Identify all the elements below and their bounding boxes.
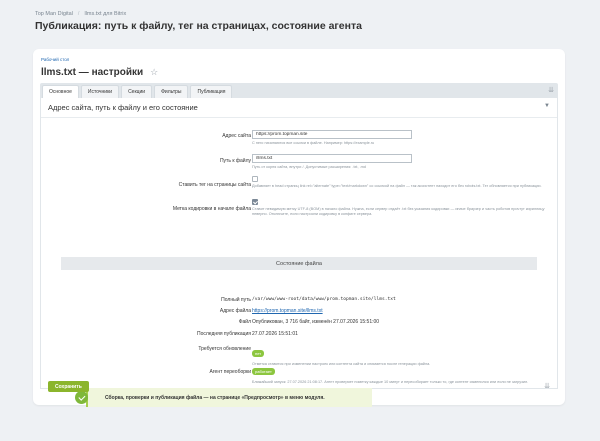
site-url-input[interactable] (252, 130, 412, 139)
card-heading-text: llms.txt — настройки (41, 67, 144, 78)
tab-sections[interactable]: Секции (121, 85, 153, 98)
settings-card: Рабочий стол llms.txt — настройки ☆ Осно… (33, 49, 565, 407)
check-circle-icon (75, 391, 88, 404)
file-path-input[interactable] (252, 154, 412, 163)
bom-checkbox[interactable] (252, 199, 258, 205)
tab-sources[interactable]: Источники (80, 85, 120, 98)
agent-status-badge: работает (252, 368, 275, 375)
breadcrumb-item-module[interactable]: llms.txt для Bitrix (84, 11, 126, 17)
agent-row: работает Ближайший запуск: 27.07.2026 21… (252, 360, 552, 385)
page-tag-checkbox[interactable] (252, 176, 258, 182)
bom-label: Метка кодировки в начале файла (172, 206, 251, 212)
file-url-link[interactable]: https://prom.topman.site/llms.txt (252, 308, 323, 314)
breadcrumb-separator: / (77, 11, 80, 17)
last-publication-value: 27.07.2026 15:51:01 (252, 331, 298, 337)
card-heading: llms.txt — настройки ☆ (41, 67, 158, 78)
full-path-value: /var/www/www-root/data/www/prom.topman.s… (252, 297, 396, 302)
breadcrumb: Top Man Digital / llms.txt для Bitrix (35, 11, 126, 17)
update-required-badge: нет (252, 350, 265, 357)
page-tag-row: Добавляет в head страниц link rel="alter… (252, 176, 552, 189)
bom-row: Ставит невидимую метку UTF-8 (BOM) в нач… (252, 199, 552, 217)
tabs-bar: Основное Источники Секции Фильтры Публик… (40, 83, 558, 98)
agent-hint: Ближайший запуск: 27.07.2026 21:08:17. А… (252, 380, 529, 384)
full-path-label: Полный путь (221, 297, 251, 303)
page-tag-hint: Добавляет в head страниц link rel="alter… (252, 184, 542, 188)
pin-icon[interactable]: ⇊ (544, 382, 550, 390)
site-url-label: Адрес сайта (222, 133, 251, 139)
tab-publication[interactable]: Публикация (190, 85, 233, 98)
desktop-link[interactable]: Рабочий стол (41, 57, 69, 62)
update-required-label: Требуется обновление (198, 346, 251, 352)
bom-hint: Ставит невидимую метку UTF-8 (BOM) в нач… (252, 207, 545, 216)
file-label: Файл (238, 319, 251, 325)
breadcrumb-item-home[interactable]: Top Man Digital (35, 11, 73, 17)
star-icon[interactable]: ☆ (150, 67, 158, 78)
agent-label: Агент переоборки (209, 369, 251, 375)
chevron-down-icon[interactable]: ▼ (544, 103, 550, 109)
file-path-row: Путь от корня сайта, внутри /. Допустимы… (252, 154, 552, 170)
file-path-hint: Путь от корня сайта, внутри /. Допустимы… (252, 165, 366, 169)
tab-main[interactable]: Основное (42, 85, 79, 98)
file-path-label: Путь к файлу (219, 158, 251, 164)
file-status-header: Состояние файла (61, 257, 537, 270)
page-title: Публикация: путь к файлу, тег на страниц… (35, 20, 362, 32)
pin-icon[interactable]: ⇊ (548, 86, 554, 94)
save-button[interactable]: Сохранить (48, 381, 89, 392)
file-url-label: Адрес файла (219, 308, 251, 314)
info-note: Сборка, проверки и публикация файла — на… (75, 388, 372, 407)
last-publication-label: Последняя публикация (196, 331, 251, 337)
tab-content: Адрес сайта, путь к файлу и его состояни… (40, 98, 558, 407)
site-url-row: С него начинаются все ссылки в файле. На… (252, 130, 552, 146)
tab-filters[interactable]: Фильтры (154, 85, 189, 98)
section-header[interactable]: Адрес сайта, путь к файлу и его состояни… (41, 98, 557, 118)
file-info: Опубликован, 3 716 байт, изменён 27.07.2… (252, 319, 380, 325)
site-url-hint: С него начинаются все ссылки в файле. На… (252, 141, 375, 145)
page-tag-label: Ставить тег на страницы сайта (178, 182, 251, 188)
info-note-text: Сборка, проверки и публикация файла — на… (105, 394, 325, 401)
section-title: Адрес сайта, путь к файлу и его состояни… (48, 103, 198, 112)
